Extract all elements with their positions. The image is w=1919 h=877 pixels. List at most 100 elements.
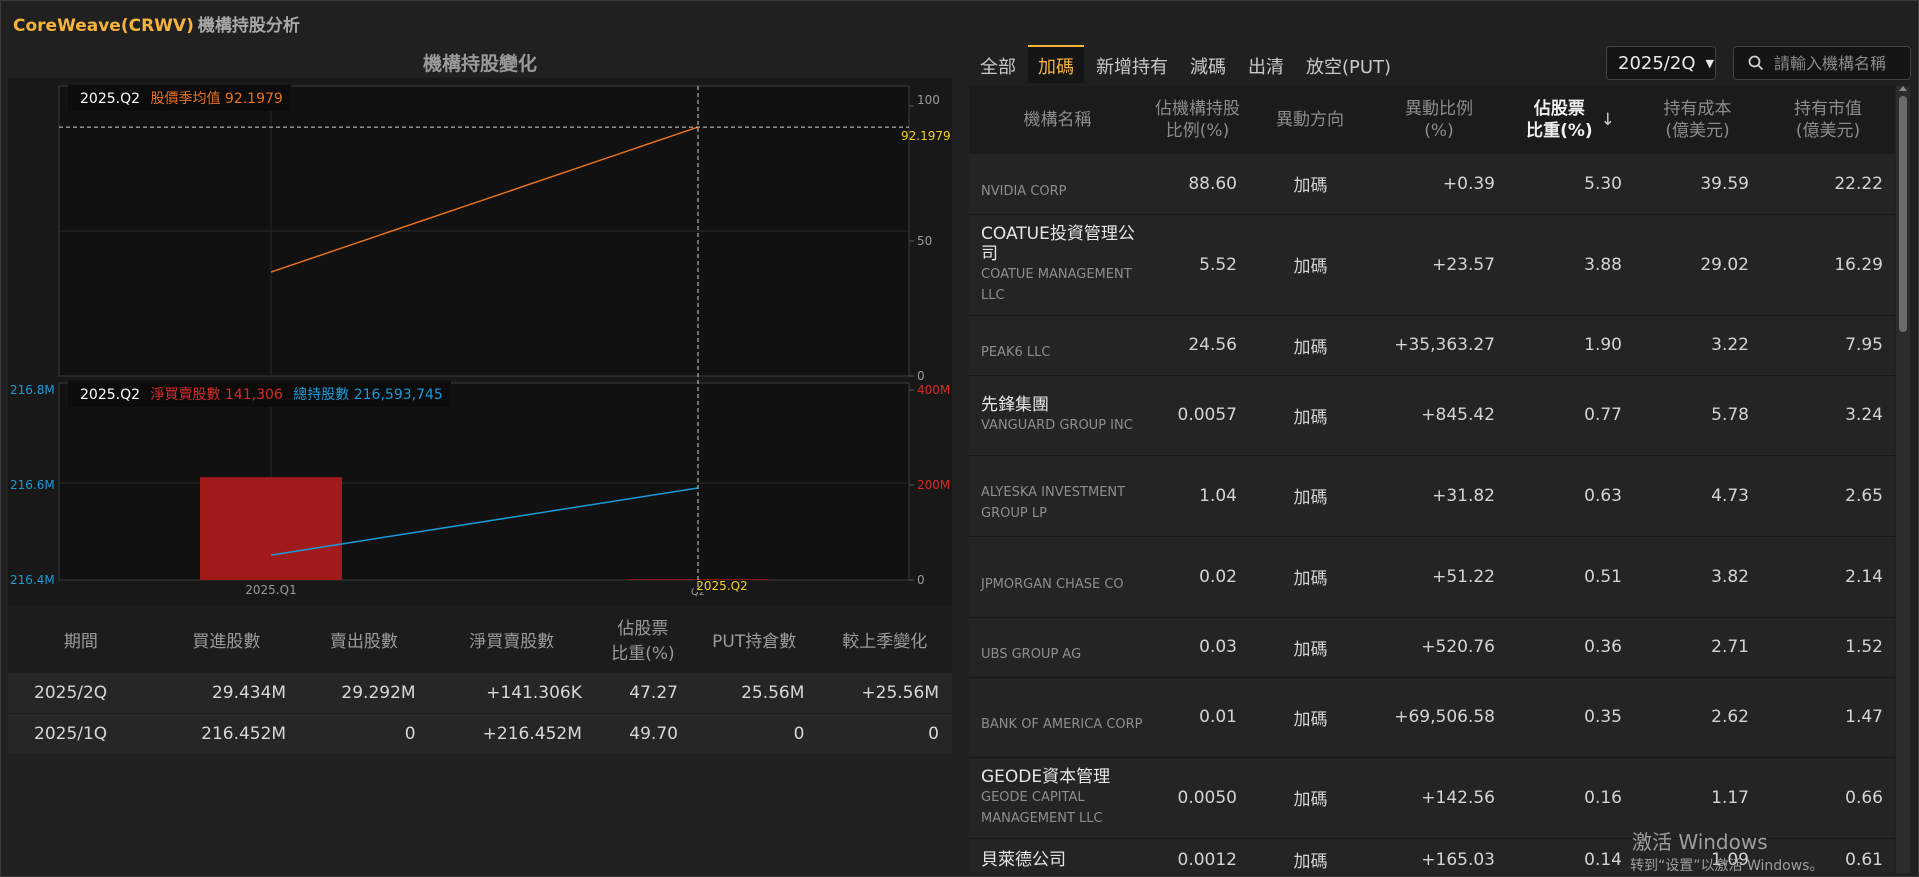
column-header[interactable]: 持有成本 (億美元) xyxy=(1634,86,1761,154)
stats-cell: 29.434M xyxy=(153,673,300,714)
institution-row[interactable]: PEAK6 LLC 24.56 加碼 +35,363.27 1.90 3.22 7.95 xyxy=(969,315,1895,376)
institution-row[interactable]: COATUE投資管理公司 COATUE MANAGEMENT LLC 5.52 加碼 +… xyxy=(969,214,1895,316)
change-ratio: +845.42 xyxy=(1371,375,1507,456)
change-direction: 加碼 xyxy=(1249,757,1371,839)
stats-cell: 216.452M xyxy=(153,713,300,755)
holding-cost: 29.02 xyxy=(1634,214,1761,316)
column-header[interactable]: 異動比例 (%) xyxy=(1371,86,1507,154)
stats-cell: 2025/2Q xyxy=(8,673,154,714)
quarterly-stats-table: 期間 買進股數 賣出股數 淨買賣股數 佔股票 比重(%) PUT持倉數 較上季變化 2025/… xyxy=(8,605,952,755)
search-input[interactable] xyxy=(1772,52,1906,74)
x-axis-label: 2025.Q1 xyxy=(245,583,296,597)
market-value: 3.24 xyxy=(1761,375,1895,456)
stats-column-header: 佔股票 比重(%) xyxy=(594,605,691,673)
holdings-tooltip: 2025.Q2 淨買賣股數 141,306 總持股數 216,593,745 xyxy=(68,381,451,407)
market-value: 2.14 xyxy=(1761,536,1895,618)
stock-weight: 0.16 xyxy=(1507,757,1634,839)
change-direction: 加碼 xyxy=(1249,838,1371,873)
tooltip-total-label: 總持股數 xyxy=(293,387,350,403)
tooltip-period: 2025.Q2 xyxy=(80,91,141,107)
institution-name-en: GEODE CAPITAL MANAGEMENT LLC xyxy=(981,789,1103,826)
table-scrollbar[interactable] xyxy=(1896,86,1910,873)
stats-row: 2025/1Q 216.452M 0 +216.452M 49.70 0 0 xyxy=(8,713,952,755)
column-header[interactable]: 佔股票 比重(%) ↓ xyxy=(1507,86,1634,154)
stats-column-header: 賣出股數 xyxy=(299,605,429,673)
institution-name-cell: UBS GROUP AG xyxy=(969,617,1146,678)
institution-name-en: BANK OF AMERICA CORP xyxy=(981,717,1143,732)
net-axis-label: 0 xyxy=(917,573,925,587)
institution-ownership-pct: 0.01 xyxy=(1146,677,1249,758)
tab-short-put[interactable]: 放空(PUT) xyxy=(1296,45,1401,83)
caret-down-icon: ▼ xyxy=(1705,56,1714,70)
institution-search[interactable] xyxy=(1733,46,1911,80)
change-direction: 加碼 xyxy=(1249,315,1371,376)
stock-weight: 0.14 xyxy=(1507,838,1634,873)
search-icon xyxy=(1748,55,1764,71)
institution-name-cell: 先鋒集團 VANGUARD GROUP INC xyxy=(969,375,1146,456)
change-ratio: +165.03 xyxy=(1371,838,1507,873)
change-direction: 加碼 xyxy=(1249,214,1371,316)
tab-all[interactable]: 全部 xyxy=(970,45,1026,83)
institution-name-cell: BANK OF AMERICA CORP xyxy=(969,677,1146,758)
stock-weight: 0.51 xyxy=(1507,536,1634,618)
column-header[interactable]: 持有市值 (億美元) xyxy=(1761,86,1895,154)
institution-row[interactable]: NVIDIA CORP 88.60 加碼 +0.39 5.30 39.59 22.22 xyxy=(969,154,1895,215)
net-axis-label: 200M xyxy=(917,478,950,492)
scroll-thumb[interactable] xyxy=(1899,96,1907,332)
institution-table-container[interactable]: 機構名稱 佔機構持股 比例(%) 異動方向 異動比例 (%) 佔股票 比重(%) ↓ 持有成本 (億… xyxy=(969,86,1895,873)
tooltip-net-label: 淨買賣股數 xyxy=(150,387,221,403)
change-direction: 加碼 xyxy=(1249,154,1371,215)
holding-cost: 2.62 xyxy=(1634,677,1761,758)
institution-name-en: NVIDIA CORP xyxy=(981,183,1067,199)
change-ratio: +69,506.58 xyxy=(1371,677,1507,758)
change-ratio: +142.56 xyxy=(1371,757,1507,839)
institution-ownership-pct: 0.0012 xyxy=(1146,838,1249,873)
holding-cost: 39.59 xyxy=(1634,154,1761,215)
change-ratio: +520.76 xyxy=(1371,617,1507,678)
stock-weight: 0.63 xyxy=(1507,455,1634,537)
stock-weight: 0.36 xyxy=(1507,617,1634,678)
institution-ownership-pct: 0.0050 xyxy=(1146,757,1249,839)
institution-row[interactable]: JPMORGAN CHASE CO 0.02 加碼 +51.22 0.51 3.82 2.1… xyxy=(969,536,1895,618)
institution-name-en: UBS GROUP AG xyxy=(981,647,1082,662)
tab-new[interactable]: 新增持有 xyxy=(1086,45,1178,83)
tooltip-total-value: 216,593,745 xyxy=(353,387,443,403)
tab-exit[interactable]: 出清 xyxy=(1238,45,1294,83)
institution-ownership-pct: 0.02 xyxy=(1146,536,1249,618)
tab-decrease[interactable]: 減碼 xyxy=(1180,45,1236,83)
windows-activation-watermark: 激活 Windows 转到“设置”以激活 Windows。 xyxy=(1630,826,1824,875)
filter-tabs: 全部 加碼 新增持有 減碼 出清 放空(PUT) xyxy=(970,45,1403,83)
institution-row[interactable]: 先鋒集團 VANGUARD GROUP INC 0.0057 加碼 +845.42 0.7… xyxy=(969,375,1895,456)
tab-increase[interactable]: 加碼 xyxy=(1028,45,1084,83)
holdings-left-axis-label: 216.6M xyxy=(10,478,55,492)
column-header[interactable]: 佔機構持股 比例(%) xyxy=(1146,86,1249,154)
column-header[interactable]: 異動方向 xyxy=(1249,86,1371,154)
stock-weight: 5.30 xyxy=(1507,154,1634,215)
institution-name-en: VANGUARD GROUP INC xyxy=(981,417,1133,433)
institution-name-en: COATUE MANAGEMENT LLC xyxy=(981,266,1132,303)
market-value: 7.95 xyxy=(1761,315,1895,376)
holdings-plot-area xyxy=(58,382,910,581)
stock-weight: 1.90 xyxy=(1507,315,1634,376)
stats-cell: +216.452M xyxy=(428,713,595,755)
chart-title: 機構持股變化 xyxy=(422,53,537,75)
institution-name-zh: 貝萊德公司 xyxy=(981,849,1066,870)
institution-row[interactable]: UBS GROUP AG 0.03 加碼 +520.76 0.36 2.71 1.52 xyxy=(969,617,1895,678)
price-axis-label: 100 xyxy=(917,93,940,107)
sort-desc-icon[interactable]: ↓ xyxy=(1601,109,1615,131)
institution-ownership-pct: 1.04 xyxy=(1146,455,1249,537)
stock-weight: 0.77 xyxy=(1507,375,1634,456)
institution-name-zh: 先鋒集團 xyxy=(981,394,1049,415)
change-ratio: +0.39 xyxy=(1371,154,1507,215)
stats-cell: +141.306K xyxy=(428,673,595,714)
scroll-up-icon[interactable] xyxy=(1899,86,1907,91)
institution-name-en: PEAK6 LLC xyxy=(981,345,1051,360)
stats-column-header: PUT持倉數 xyxy=(690,605,818,673)
institution-ownership-pct: 5.52 xyxy=(1146,214,1249,316)
period-select[interactable]: 2025/2Q ▼ xyxy=(1606,46,1716,80)
institution-row[interactable]: BANK OF AMERICA CORP 0.01 加碼 +69,506.58 0.35… xyxy=(969,677,1895,758)
watermark-subtitle: 转到“设置”以激活 Windows。 xyxy=(1630,858,1824,874)
institution-row[interactable]: ALYESKA INVESTMENT GROUP LP 1.04 加碼 +31.82 0… xyxy=(969,455,1895,537)
holding-cost: 5.78 xyxy=(1634,375,1761,456)
price-axis-label: 50 xyxy=(917,234,932,248)
